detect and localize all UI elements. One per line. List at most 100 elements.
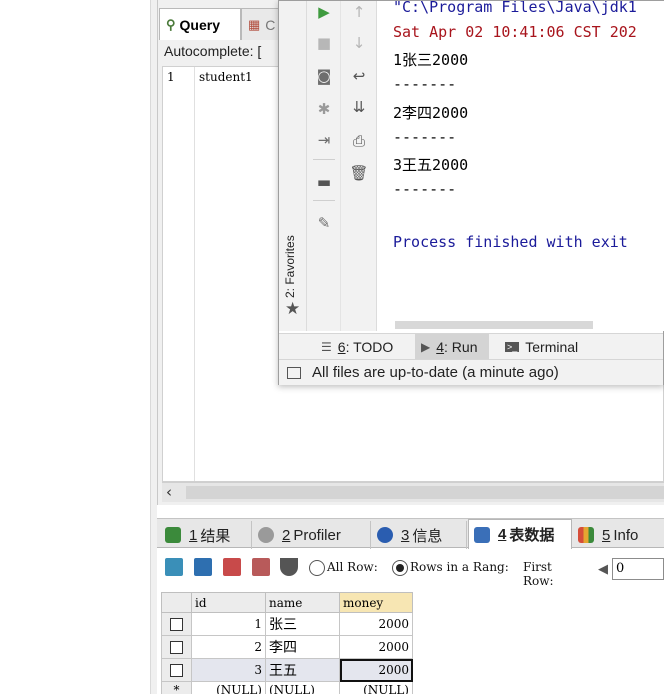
- first-row-prev-icon[interactable]: ◀: [595, 558, 611, 580]
- tool-window-tabs: ☰ 6 : TODO ▶ 4 : Run >_ Terminal: [279, 333, 663, 360]
- rerun-icon[interactable]: ▶: [313, 1, 335, 23]
- table-row[interactable]: 2 李四 2000: [161, 635, 413, 659]
- cell-id[interactable]: (NULL): [191, 681, 266, 694]
- console-line: "C:\Program Files\Java\jdk1: [393, 1, 637, 16]
- tab-terminal-label: Terminal: [525, 339, 579, 355]
- code-line: student1: [199, 70, 253, 84]
- column-header-name[interactable]: name: [265, 592, 340, 613]
- cell-money[interactable]: 2000: [339, 658, 413, 682]
- soft-wrap-icon[interactable]: ↩: [348, 65, 370, 87]
- arrow-down-icon[interactable]: ↓: [348, 32, 370, 54]
- delete-selected-icon[interactable]: [252, 558, 270, 576]
- favorites-strip: 2: Favorites ★: [279, 1, 307, 331]
- rows-in-range-label: Rows in a Rang:: [410, 560, 509, 574]
- tab-run-num: 4: [436, 339, 445, 355]
- star-icon[interactable]: ★: [285, 299, 300, 319]
- column-header-id[interactable]: id: [191, 592, 266, 613]
- tab-results-num: 1: [189, 526, 198, 544]
- status-window-icon[interactable]: [287, 366, 301, 379]
- cell-money[interactable]: 2000: [339, 612, 413, 636]
- table-row[interactable]: 1 张三 2000: [161, 612, 413, 636]
- tab-profiler[interactable]: 2 Profiler: [253, 521, 371, 549]
- tab-terminal[interactable]: >_ Terminal: [499, 334, 584, 360]
- grid-icon: [165, 527, 181, 543]
- tab-second[interactable]: ▦ C: [241, 8, 281, 40]
- tab-info[interactable]: 5 Info: [573, 521, 664, 549]
- exit-icon[interactable]: ⇥: [313, 129, 335, 151]
- left-panel: [0, 0, 151, 694]
- delete-row-icon[interactable]: [223, 558, 241, 576]
- row-checkbox[interactable]: [170, 641, 183, 654]
- console-line: Process finished with exit: [393, 233, 628, 251]
- insert-row-icon[interactable]: [165, 558, 183, 576]
- scroll-left-icon[interactable]: ‹: [166, 483, 172, 501]
- select-all-cell[interactable]: [161, 592, 192, 613]
- tab-todo-num: 6: [337, 339, 346, 355]
- tab-table-data[interactable]: 4 表数据: [468, 519, 572, 549]
- editor-hscrollbar[interactable]: ‹: [162, 482, 664, 502]
- column-header-money[interactable]: money: [339, 592, 413, 613]
- stop-icon[interactable]: ■: [313, 32, 335, 54]
- tab-todo[interactable]: ☰ 6 : TODO: [315, 334, 399, 360]
- tab-messages-label: 信息: [412, 527, 443, 545]
- cell-name[interactable]: 王五: [265, 658, 340, 682]
- run-toolbar-primary: ▶ ■ ◙ ✱ ⇥ ▬ ✎: [307, 1, 341, 331]
- all-rows-radio[interactable]: [309, 560, 325, 576]
- info-icon: [377, 527, 393, 543]
- console-hscrollbar[interactable]: [395, 319, 664, 331]
- save-icon[interactable]: [194, 558, 212, 576]
- tab-messages-num: 3: [401, 526, 410, 544]
- status-text: All files are up-to-date (a minute ago): [312, 364, 559, 381]
- camera-icon[interactable]: ◙: [313, 65, 335, 87]
- row-checkbox[interactable]: [170, 664, 183, 677]
- scroll-to-end-icon[interactable]: ⇊: [348, 96, 370, 118]
- row-checkbox-cell[interactable]: [161, 635, 192, 659]
- cell-id[interactable]: 3: [191, 658, 266, 682]
- tab-table-data-label: 表数据: [509, 527, 555, 544]
- console-line: -------: [393, 75, 457, 93]
- cell-money[interactable]: 2000: [339, 635, 413, 659]
- pin-icon[interactable]: ✎: [313, 212, 335, 234]
- favorites-tool-button[interactable]: 2: Favorites: [283, 226, 303, 298]
- toolbar-divider: [313, 159, 335, 160]
- cell-name[interactable]: (NULL): [265, 681, 340, 694]
- row-checkbox[interactable]: [170, 618, 183, 631]
- tab-run[interactable]: ▶ 4 : Run: [415, 334, 489, 360]
- result-toolbar: All Row: Rows in a Rang: First Row: ◀ 0: [157, 549, 664, 588]
- bug-icon[interactable]: ✱: [313, 98, 335, 120]
- layout-icon[interactable]: ▬: [313, 171, 335, 193]
- tab-query[interactable]: ⚲ Query: [159, 8, 241, 40]
- cell-money[interactable]: (NULL): [339, 681, 413, 694]
- row-checkbox-cell[interactable]: [161, 658, 192, 682]
- cell-id[interactable]: 1: [191, 612, 266, 636]
- console-scroll-thumb[interactable]: [395, 321, 593, 329]
- filter-icon[interactable]: [280, 558, 298, 576]
- table-row[interactable]: 3 王五 2000: [161, 658, 413, 682]
- new-row-marker: *: [161, 681, 192, 694]
- tab-todo-label: : TODO: [345, 339, 394, 355]
- print-icon[interactable]: ⎙: [348, 130, 370, 152]
- arrow-up-icon[interactable]: ↑: [348, 1, 370, 23]
- status-bar: All files are up-to-date (a minute ago): [279, 359, 663, 385]
- trash-icon[interactable]: 🗑: [348, 162, 370, 184]
- tab-messages[interactable]: 3 信息: [372, 521, 467, 549]
- new-row[interactable]: * (NULL) (NULL) (NULL): [161, 681, 413, 694]
- tab-results[interactable]: 1 结果: [160, 521, 252, 549]
- console-line: 2李四2000: [393, 104, 469, 122]
- toolbar-divider: [313, 200, 335, 201]
- console-line: Sat Apr 02 10:41:06 CST 202: [393, 23, 637, 41]
- table-data-grid: id name money 1 张三 2000 2 李四 2000 3 王五 2…: [161, 592, 413, 694]
- ide-run-window: 2: Favorites ★ ▶ ■ ◙ ✱ ⇥ ▬ ✎ ↑ ↓ ↩ ⇊ ⎙ 🗑…: [278, 0, 664, 385]
- rows-in-range-radio[interactable]: [392, 560, 408, 576]
- cell-id[interactable]: 2: [191, 635, 266, 659]
- row-checkbox-cell[interactable]: [161, 612, 192, 636]
- run-console[interactable]: "C:\Program Files\Java\jdk1 Sat Apr 02 1…: [377, 1, 664, 319]
- cell-name[interactable]: 张三: [265, 612, 340, 636]
- info-chart-icon: [578, 527, 594, 543]
- list-icon: ☰: [321, 340, 332, 354]
- profiler-icon: [258, 527, 274, 543]
- scroll-thumb[interactable]: [186, 486, 664, 499]
- query-tab-icon: ⚲: [166, 16, 176, 32]
- first-row-input[interactable]: 0: [612, 558, 664, 580]
- cell-name[interactable]: 李四: [265, 635, 340, 659]
